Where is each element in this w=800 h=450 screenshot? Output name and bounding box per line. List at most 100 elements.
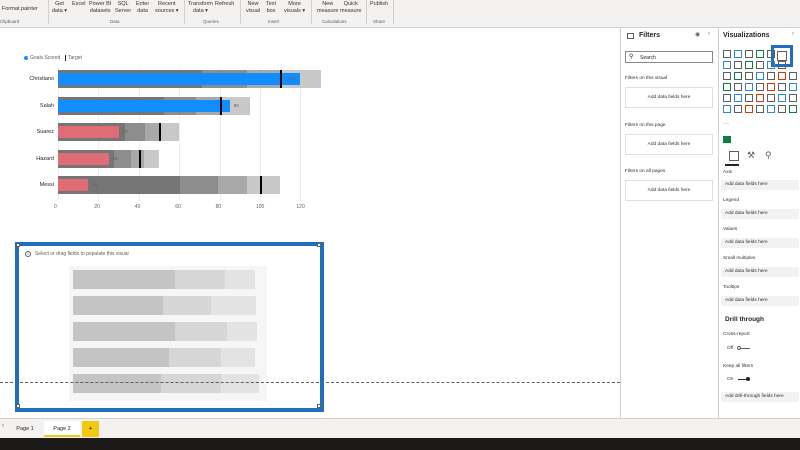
report-canvas[interactable]: Goals Scored Target 0 20 40 60 80 100 120 Chris…	[0, 28, 620, 418]
excel-button[interactable]: Excel	[72, 1, 85, 8]
well-drop-tooltips[interactable]: Add data fields here	[721, 296, 799, 306]
visual-type-icon[interactable]	[767, 61, 775, 69]
visual-type-icon[interactable]	[745, 94, 753, 102]
visual-type-icon[interactable]	[745, 50, 753, 58]
visual-type-icon[interactable]	[789, 105, 797, 113]
text-box-button[interactable]: Text box	[266, 1, 276, 14]
fields-tab-icon[interactable]	[729, 151, 739, 161]
visual-type-icon[interactable]	[745, 105, 753, 113]
new-visual-button[interactable]: New visual	[246, 1, 260, 14]
visual-type-icon[interactable]	[745, 83, 753, 91]
power-bi-datasets-button[interactable]: Power BI datasets	[89, 1, 111, 14]
visual-type-icon[interactable]	[778, 83, 786, 91]
tab-page-1[interactable]: Page 1	[10, 421, 40, 437]
visual-type-icon[interactable]	[723, 61, 731, 69]
format-tab-icon[interactable]: ⚒	[747, 150, 755, 161]
visual-type-icon[interactable]	[789, 83, 797, 91]
new-measure-button[interactable]: New measure	[317, 1, 338, 14]
publish-button[interactable]: Publish	[370, 1, 388, 8]
visual-type-icon[interactable]	[734, 50, 742, 58]
transform-data-button[interactable]: Transform data ▾	[188, 1, 213, 14]
visual-type-icon[interactable]	[789, 72, 797, 80]
visual-type-icon[interactable]	[767, 83, 775, 91]
well-drop-small-multiples[interactable]: Add data fields here	[721, 267, 799, 277]
visual-type-icon[interactable]	[756, 105, 764, 113]
visual-type-icon[interactable]	[734, 105, 742, 113]
well-drop-axis[interactable]: Add data fields here	[721, 180, 799, 190]
tab-page-2[interactable]: Page 2	[44, 421, 80, 437]
bullet-chart[interactable]: 0 20 40 60 80 100 120 Christiano 120 Salah 85 Suare…	[0, 28, 620, 228]
filters-all-pages-drop[interactable]: Add data fields here	[625, 180, 713, 201]
resize-handle[interactable]	[317, 404, 321, 408]
placeholder-bar	[73, 348, 169, 367]
resize-handle[interactable]	[16, 404, 20, 408]
ribbon-separator	[184, 0, 185, 24]
visual-type-icon[interactable]	[756, 72, 764, 80]
x-tick-label: 60	[175, 203, 181, 210]
resize-handle[interactable]	[317, 243, 321, 247]
visual-type-icon[interactable]	[767, 72, 775, 80]
goals-bar[interactable]	[58, 73, 301, 85]
data-label: 25	[112, 155, 118, 161]
well-drop-legend[interactable]: Add data fields here	[721, 209, 799, 219]
drill-through-drop[interactable]: Add drill-through fields here	[721, 392, 799, 402]
filters-search-box[interactable]: ⚲ Search	[625, 51, 713, 63]
quick-measure-button[interactable]: Quick measure	[340, 1, 361, 14]
visual-type-icon[interactable]	[778, 94, 786, 102]
more-visuals-ellipsis-icon[interactable]: ···	[723, 121, 729, 127]
placeholder-bar	[225, 270, 255, 289]
visual-type-icon[interactable]	[778, 105, 786, 113]
visual-type-icon[interactable]	[778, 61, 786, 69]
goals-bar[interactable]	[58, 126, 119, 138]
more-visuals-button[interactable]: More visuals ▾	[284, 1, 305, 14]
visual-type-icon[interactable]	[767, 105, 775, 113]
visual-type-icon[interactable]	[745, 61, 753, 69]
search-icon: ⚲	[629, 54, 634, 60]
visual-type-icon[interactable]	[756, 61, 764, 69]
visual-type-icon[interactable]	[745, 72, 753, 80]
sql-server-button[interactable]: SQL Server	[115, 1, 131, 14]
visual-type-icon[interactable]	[734, 72, 742, 80]
keep-filters-toggle[interactable]	[738, 377, 750, 381]
visual-type-icon[interactable]	[767, 50, 775, 58]
visual-type-icon[interactable]	[756, 94, 764, 102]
x-tick-label: 100	[256, 203, 265, 210]
visual-type-icon[interactable]	[723, 83, 731, 91]
goals-bar[interactable]	[58, 179, 89, 191]
visual-type-icon[interactable]	[756, 83, 764, 91]
get-data-button[interactable]: Get data ▾	[52, 1, 67, 14]
visual-type-icon[interactable]	[734, 94, 742, 102]
table-visual-icon[interactable]	[723, 136, 731, 143]
group-label-share: Share	[373, 19, 386, 24]
enter-data-button[interactable]: Enter data	[136, 1, 149, 14]
visual-type-icon[interactable]	[723, 50, 731, 58]
cross-report-toggle[interactable]	[737, 346, 750, 350]
visual-type-icon[interactable]	[723, 105, 731, 113]
visual-type-icon[interactable]	[734, 61, 742, 69]
visual-type-icon[interactable]	[778, 72, 786, 80]
filters-page-drop[interactable]: Add data fields here	[625, 134, 713, 155]
category-label: Salah	[39, 102, 54, 109]
visual-type-icon[interactable]	[789, 94, 797, 102]
tabs-scroll-icon[interactable]: ‹	[2, 423, 4, 429]
filters-visual-drop[interactable]: Add data fields here	[625, 87, 713, 108]
data-label: 15	[92, 182, 98, 187]
well-drop-values[interactable]: Add data fields here	[721, 238, 799, 248]
recent-sources-button[interactable]: Recent sources ▾	[155, 1, 179, 14]
visual-type-icon[interactable]	[756, 50, 764, 58]
visual-type-icon[interactable]	[734, 83, 742, 91]
goals-bar[interactable]	[58, 152, 109, 165]
visual-type-icon[interactable]	[723, 72, 731, 80]
visual-type-icon[interactable]	[767, 94, 775, 102]
analytics-tab-icon[interactable]: ⚲	[765, 150, 772, 161]
visual-type-icon[interactable]	[723, 94, 731, 102]
resize-handle[interactable]	[16, 243, 20, 247]
chevron-right-icon[interactable]: ›	[792, 31, 794, 37]
refresh-button[interactable]: Refresh	[215, 1, 234, 8]
goals-bar[interactable]	[58, 99, 230, 112]
eye-icon[interactable]: ◉	[695, 31, 700, 38]
format-painter-button[interactable]: Format painter	[2, 6, 38, 13]
chevron-right-icon[interactable]: ›	[708, 31, 710, 37]
empty-visual-placeholder[interactable]: i Select or drag fields to populate this…	[15, 242, 324, 412]
add-page-button[interactable]: +	[82, 421, 99, 437]
